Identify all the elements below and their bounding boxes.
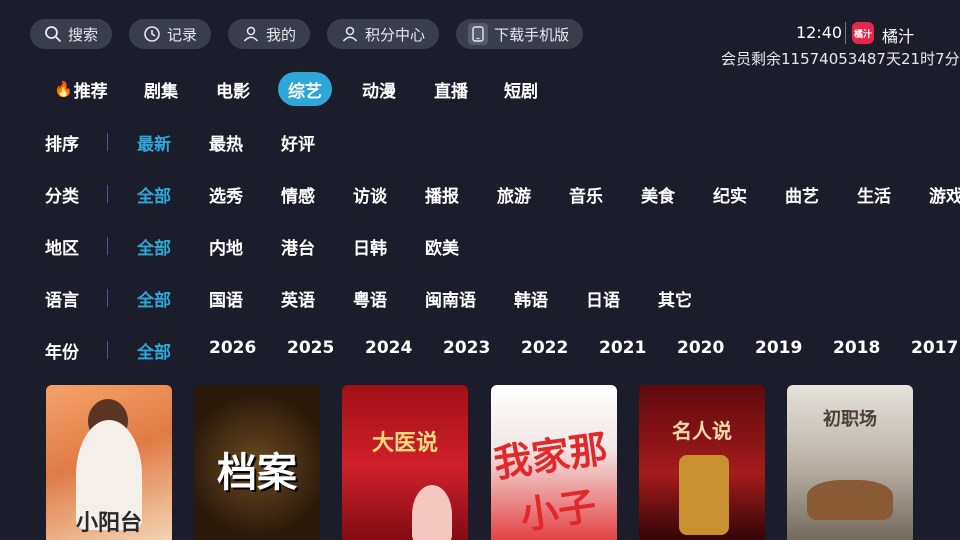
filter-option[interactable]: 访谈 xyxy=(353,182,387,207)
tab-recommend[interactable]: 🔥 推荐 xyxy=(54,72,108,106)
history-label: 记录 xyxy=(167,25,198,44)
filter-option[interactable]: 日语 xyxy=(586,286,620,311)
filter-option[interactable]: 国语 xyxy=(209,286,243,311)
search-icon xyxy=(44,25,62,43)
filter-option[interactable]: 播报 xyxy=(425,182,459,207)
tab-live[interactable]: 直播 xyxy=(434,72,468,106)
poster-card[interactable]: 大医说 xyxy=(342,385,468,540)
filter-option[interactable]: 其它 xyxy=(658,286,692,311)
filter-option[interactable]: 2026 xyxy=(209,338,256,358)
app-name: 橘汁 xyxy=(882,27,915,46)
filter-option[interactable]: 2021 xyxy=(599,338,646,358)
filter-option[interactable]: 2024 xyxy=(365,338,412,358)
filter-divider xyxy=(107,237,108,255)
filter-label: 年份 xyxy=(45,343,79,363)
poster-card[interactable]: 初职场 xyxy=(787,385,913,540)
tab-movie[interactable]: 电影 xyxy=(216,72,250,106)
status-divider xyxy=(845,22,846,44)
filter-option[interactable]: 欧美 xyxy=(425,234,459,259)
search-button[interactable]: 搜索 xyxy=(30,19,113,49)
tab-anime[interactable]: 动漫 xyxy=(362,72,396,106)
filter-option[interactable]: 粤语 xyxy=(353,286,387,311)
filter-label: 排序 xyxy=(45,135,79,155)
tab-variety[interactable]: 综艺 xyxy=(278,72,332,106)
poster-card[interactable]: 小阳台 xyxy=(46,385,172,540)
filter-option[interactable]: 全部 xyxy=(137,234,171,259)
filter-option[interactable]: 全部 xyxy=(137,286,171,311)
filter-option[interactable]: 最新 xyxy=(137,130,171,155)
filter-divider xyxy=(107,133,108,151)
flame-icon: 🔥 xyxy=(54,80,73,98)
filter-label: 语言 xyxy=(45,291,79,311)
points-center-button[interactable]: 积分中心 xyxy=(327,19,440,49)
app-logo: 橘汁 xyxy=(852,22,874,44)
poster-figure xyxy=(412,485,452,540)
poster-title: 小阳台 xyxy=(75,510,142,536)
filter-option[interactable]: 旅游 xyxy=(497,182,531,207)
poster-title: 大医说 xyxy=(371,430,438,456)
poster-title: 我家那小子 xyxy=(491,425,611,538)
user-icon xyxy=(242,25,260,43)
filter-option[interactable]: 2020 xyxy=(677,338,724,358)
filter-option[interactable]: 英语 xyxy=(281,286,315,311)
clock: 12:40 xyxy=(796,23,843,42)
filter-option[interactable]: 选秀 xyxy=(209,182,243,207)
mine-button[interactable]: 我的 xyxy=(228,19,311,49)
poster-figure xyxy=(679,455,729,535)
filter-option[interactable]: 纪实 xyxy=(713,182,747,207)
filter-option[interactable]: 情感 xyxy=(281,182,315,207)
download-app-label: 下载手机版 xyxy=(494,25,570,44)
filter-option[interactable]: 音乐 xyxy=(569,182,603,207)
filter-option[interactable]: 全部 xyxy=(137,338,171,363)
filter-option[interactable]: 2018 xyxy=(833,338,880,358)
mine-label: 我的 xyxy=(266,25,297,44)
filter-option[interactable]: 2022 xyxy=(521,338,568,358)
filter-option[interactable]: 好评 xyxy=(281,130,315,155)
filter-option[interactable]: 全部 xyxy=(137,182,171,207)
filter-option[interactable]: 港台 xyxy=(281,234,315,259)
filter-option[interactable]: 游戏 xyxy=(929,182,960,207)
history-icon xyxy=(143,25,161,43)
membership-remaining: 会员剩余11574053487天21时7分 xyxy=(721,50,960,68)
filter-option[interactable]: 韩语 xyxy=(514,286,548,311)
filter-option[interactable]: 闽南语 xyxy=(425,286,476,311)
tab-label: 推荐 xyxy=(73,81,108,102)
filter-option[interactable]: 2025 xyxy=(287,338,334,358)
points-center-label: 积分中心 xyxy=(365,25,426,44)
top-bar: 搜索 记录 我的 积分中心 下载手机版 xyxy=(30,19,584,49)
history-button[interactable]: 记录 xyxy=(129,19,212,49)
filter-divider xyxy=(107,185,108,203)
filter-option[interactable]: 内地 xyxy=(209,234,243,259)
user-icon xyxy=(341,25,359,43)
filter-option[interactable]: 2019 xyxy=(755,338,802,358)
search-label: 搜索 xyxy=(68,25,99,44)
filter-option[interactable]: 曲艺 xyxy=(785,182,819,207)
filter-divider xyxy=(107,289,108,307)
filter-option[interactable]: 美食 xyxy=(641,182,675,207)
poster-title: 名人说 xyxy=(672,419,732,443)
filter-option[interactable]: 2017 xyxy=(911,338,958,358)
tab-series[interactable]: 剧集 xyxy=(144,72,178,106)
poster-figure xyxy=(807,480,893,520)
download-app-button[interactable]: 下载手机版 xyxy=(456,19,584,49)
filter-option[interactable]: 2023 xyxy=(443,338,490,358)
filter-label: 地区 xyxy=(45,239,79,259)
filter-option[interactable]: 最热 xyxy=(209,130,243,155)
filter-option[interactable]: 日韩 xyxy=(353,234,387,259)
filter-label: 分类 xyxy=(45,187,79,207)
poster-title: 档案 xyxy=(217,449,297,496)
filter-divider xyxy=(107,341,108,359)
poster-card[interactable]: 我家那小子 xyxy=(491,385,617,540)
poster-card[interactable]: 名人说 xyxy=(639,385,765,540)
filter-option[interactable]: 生活 xyxy=(857,182,891,207)
poster-title: 初职场 xyxy=(823,409,877,430)
poster-card[interactable]: 档案 xyxy=(194,385,320,540)
phone-icon xyxy=(468,23,489,45)
tab-short-drama[interactable]: 短剧 xyxy=(504,72,538,106)
